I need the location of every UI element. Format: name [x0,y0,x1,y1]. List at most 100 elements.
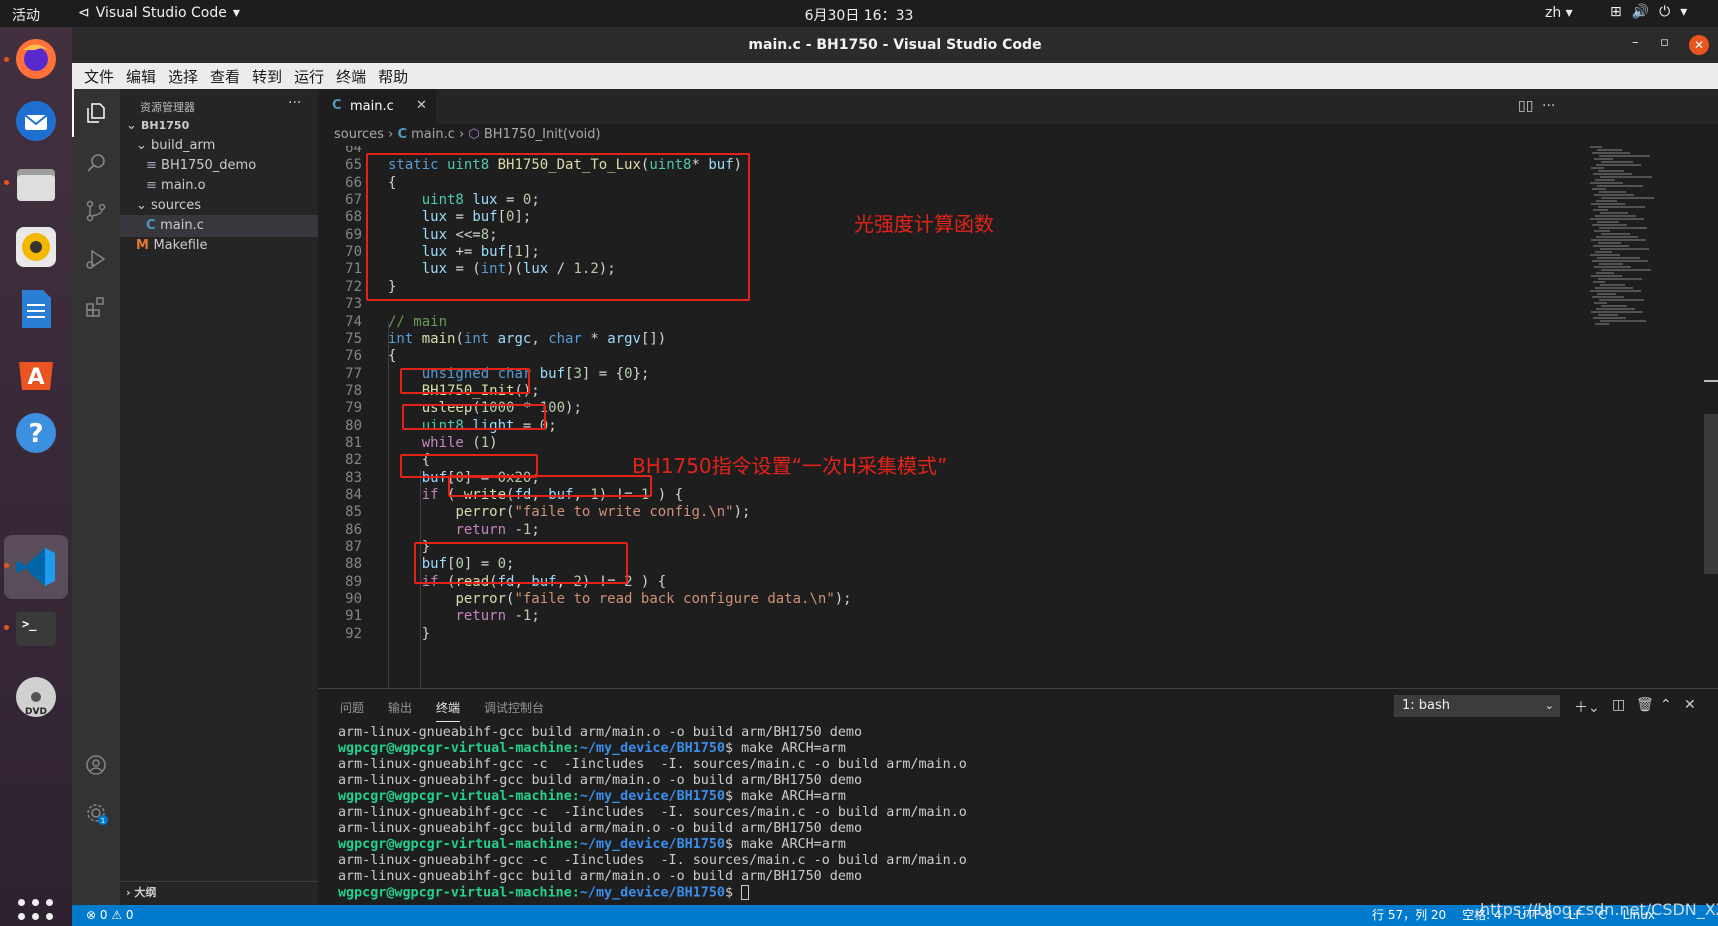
dock: A ? >_ DVD [0,27,72,926]
trash-icon[interactable]: 🗑 [1636,697,1654,713]
thunderbird-icon[interactable] [12,97,60,145]
more-actions-icon[interactable]: ··· [288,95,301,111]
file-icon: ≡ [146,178,162,193]
dvd-icon[interactable]: DVD [12,673,60,721]
tree-item-makefile[interactable]: M Makefile [120,235,318,257]
tree-item-sources[interactable]: ⌄ sources [120,195,318,217]
cursor-position[interactable]: 行 57，列 20 [1372,905,1446,926]
problems-count[interactable]: ⊗ 0 ⚠ 0 [86,905,134,926]
tab-terminal[interactable]: 终端 [436,699,461,722]
close-panel-icon[interactable]: ✕ [1684,697,1696,713]
menu-terminal[interactable]: 终端 [330,66,372,87]
writer-icon[interactable] [12,285,60,333]
software-center-icon[interactable]: A [12,347,60,395]
highlight-box-light-var [402,404,546,430]
minimap-line [1601,197,1654,199]
menu-view[interactable]: 查看 [204,66,246,87]
svg-text:?: ? [28,419,43,449]
tab-problems[interactable]: 问题 [340,699,364,722]
maximize-panel-icon[interactable]: ⌃ [1660,697,1672,713]
close-tab-icon[interactable]: ✕ [416,98,427,113]
editor-scrollbar[interactable] [1704,414,1718,574]
input-method-menu[interactable]: zh ▾ [1545,5,1573,21]
split-terminal-icon[interactable]: ◫ [1612,697,1625,713]
menu-edit[interactable]: 编辑 [120,66,162,87]
tree-item-bh1750-demo[interactable]: ≡ BH1750_demo [120,155,318,177]
annotation-mode-command: BH1750指令设置“一次H采集模式” [632,454,948,478]
run-debug-icon[interactable] [84,247,108,271]
menu-help[interactable]: 帮助 [372,66,414,87]
line-number: 84 [345,487,362,503]
code-line[interactable]: perror("faile to read back configure dat… [388,590,851,609]
line-number: 87 [345,539,362,556]
accounts-icon[interactable] [84,753,108,777]
settings-gear-icon[interactable]: 1 [84,801,108,825]
code-line[interactable]: } [388,625,430,644]
terminal-output[interactable]: arm-linux-gnueabihf-gcc build arm/main.o… [338,725,967,902]
search-icon[interactable] [84,151,108,175]
svg-text:A: A [27,365,44,390]
menu-file[interactable]: 文件 [78,66,120,87]
activities-button[interactable]: 活动 [12,5,40,25]
code-line[interactable]: { [388,347,396,366]
outline-section[interactable]: › 大纲 [120,881,318,905]
line-number: 92 [345,625,362,642]
file-icon: ≡ [146,158,162,173]
terminal-line: arm-linux-gnueabihf-gcc build arm/main.o… [338,773,863,788]
code-line[interactable]: while (1) [388,434,498,453]
line-number: 74 [345,313,362,330]
tab-main-c[interactable]: C main.c ✕ [318,89,436,124]
breadcrumb-symbol[interactable]: BH1750_Init(void) [484,127,601,142]
tree-item-build-arm[interactable]: ⌄ build_arm [120,135,318,157]
tree-item-main-c[interactable]: C main.c [120,215,318,237]
code-line[interactable]: perror("faile to write config.\n"); [388,503,750,522]
new-terminal-icon[interactable]: ＋⌄ [1574,697,1600,717]
show-applications-icon[interactable] [18,899,54,926]
system-tray[interactable]: ⊞ 🔊 ⏻ ▾ [1610,4,1687,20]
menu-go[interactable]: 转到 [246,66,288,87]
firefox-icon[interactable] [12,35,60,83]
activity-bar: 1 [72,89,120,905]
explorer-sidebar: 资源管理器 ··· ⌄ BH1750 ⌄ build_arm ≡ BH1750_de… [120,89,318,905]
app-menu[interactable]: ⊲ Visual Studio Code ▾ [78,5,240,21]
code-line[interactable]: return -1; [388,607,539,626]
code-line[interactable]: int main(int argc, char * argv[]) [388,330,666,349]
minimap[interactable] [1590,146,1700,346]
system-top-bar: 活动 ⊲ Visual Studio Code ▾ 6月30日 16：33 zh… [0,0,1718,27]
clock[interactable]: 6月30日 16：33 [805,8,914,24]
menu-selection[interactable]: 选择 [162,66,204,87]
help-icon[interactable]: ? [12,409,60,457]
terminal-select[interactable]: 1: bash ⌄ [1394,695,1560,717]
terminal-line: arm-linux-gnueabihf-gcc build arm/main.o… [338,725,863,740]
rhythmbox-icon[interactable] [12,223,60,271]
minimap-line [1598,242,1621,244]
code-line[interactable]: return -1; [388,521,539,540]
tree-item-main-o[interactable]: ≡ main.o [120,175,318,197]
vscode-dock-icon[interactable] [12,543,60,591]
code-line[interactable]: // main [388,313,447,332]
close-window-icon[interactable]: ✕ [1689,35,1709,55]
terminal-line: arm-linux-gnueabihf-gcc -c -Iincludes -I… [338,853,967,868]
terminal-icon[interactable]: >_ [12,605,60,653]
more-actions-icon[interactable]: ··· [1542,98,1555,114]
minimize-icon[interactable]: – [1632,35,1639,50]
minimap-line [1594,194,1634,196]
extensions-icon[interactable] [84,295,108,319]
tab-debug-console[interactable]: 调试控制台 [484,699,544,722]
code-editor[interactable]: 64 65 static uint8 BH1750_Dat_To_Lux(uint8… [318,146,1710,688]
tab-output[interactable]: 输出 [388,699,412,722]
files-icon[interactable] [12,160,60,208]
tree-item-bh1750[interactable]: ⌄ BH1750 [120,115,318,137]
menu-run[interactable]: 运行 [288,66,330,87]
breadcrumb-folder[interactable]: sources [334,127,384,142]
minimap-line [1598,206,1645,208]
line-number: 67 [345,192,362,209]
minimap-line [1596,164,1641,166]
source-control-icon[interactable] [84,199,108,223]
line-number: 82 [345,452,362,469]
maximize-icon[interactable]: ▫ [1660,35,1669,50]
split-editor-icon[interactable]: ▯▯ [1518,98,1533,114]
minimap-line [1599,299,1644,301]
breadcrumb-file[interactable]: main.c [411,127,455,142]
explorer-icon[interactable] [84,101,108,125]
